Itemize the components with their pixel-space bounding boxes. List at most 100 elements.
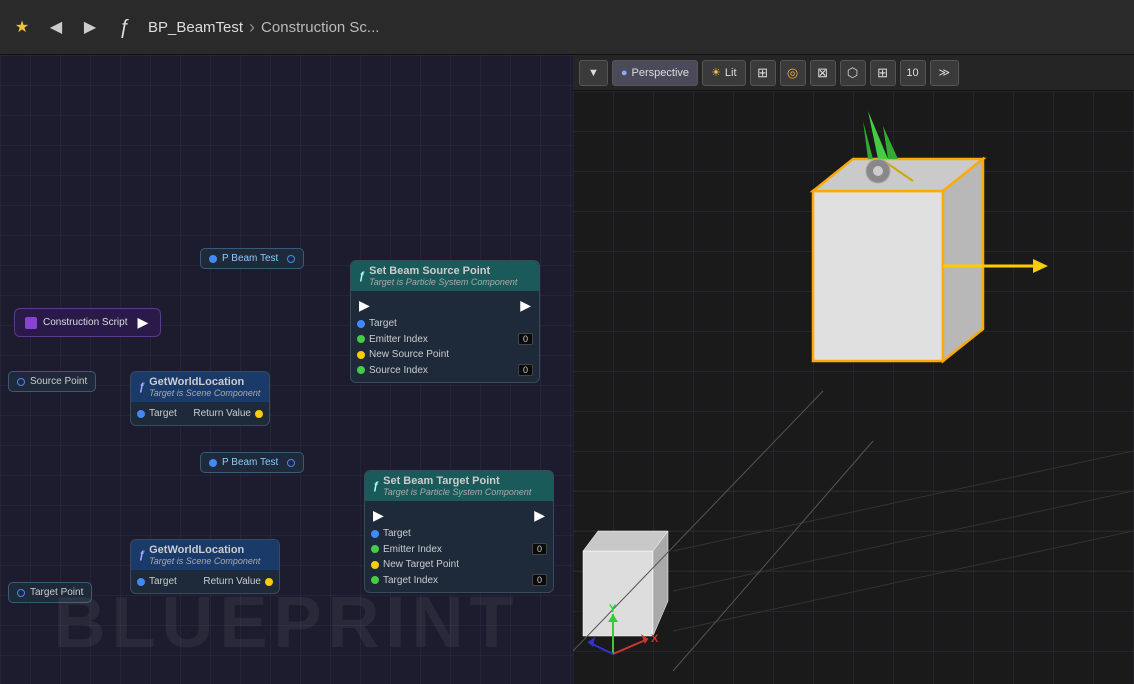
target2-pin-dot bbox=[371, 530, 379, 538]
gwl1-target-dot bbox=[137, 410, 145, 418]
exec-out-arrow: ▶ bbox=[137, 314, 148, 331]
viewport-panel[interactable]: ▼ ● Perspective ☀ Lit ⊞ ◎ ⊠ ⬡ ⊞ 10 ≫ bbox=[573, 55, 1134, 684]
exec-in: ▶ bbox=[359, 297, 370, 314]
gwl1-target-label: Target bbox=[149, 408, 177, 419]
target-exec-out: ▶ bbox=[534, 507, 545, 524]
target-index-pin: Target Index 0 bbox=[371, 572, 547, 588]
target-pin-dot bbox=[357, 320, 365, 328]
gwl2-body: Target Return Value bbox=[131, 570, 279, 593]
viewport-3d[interactable]: X Y bbox=[573, 91, 1134, 684]
gwl2-title: GetWorldLocation bbox=[149, 544, 260, 556]
viewport-dropdown-button[interactable]: ▼ bbox=[579, 60, 608, 86]
breadcrumb: BP_BeamTest › Construction Sc... bbox=[148, 17, 379, 38]
source-index-label: Source Index bbox=[369, 365, 428, 376]
gwl2-target-row: Target Return Value bbox=[137, 574, 273, 589]
target-index-value: 0 bbox=[532, 574, 547, 586]
gwl2-subtitle: Target is Scene Component bbox=[149, 556, 260, 566]
emitter2-pin-dot bbox=[371, 545, 379, 553]
wire-overlay bbox=[0, 55, 300, 205]
set-beam-target-func-icon: ƒ bbox=[373, 480, 379, 492]
target-point-dot bbox=[17, 589, 25, 597]
pin-blue-1 bbox=[209, 255, 217, 263]
lit-label: Lit bbox=[725, 67, 737, 79]
more-options-button[interactable]: ≫ bbox=[930, 60, 960, 86]
favorite-button[interactable]: ★ bbox=[8, 13, 36, 41]
show-button[interactable]: ⊞ bbox=[750, 60, 776, 86]
construction-script-label: Construction Script bbox=[43, 317, 127, 328]
get-world-location-2: ƒ GetWorldLocation Target is Scene Compo… bbox=[130, 539, 280, 594]
gwl2-return-dot bbox=[265, 578, 273, 586]
back-button[interactable]: ◀ bbox=[42, 13, 70, 41]
new-target-label: New Target Point bbox=[383, 559, 459, 570]
target-point-text: Target Point bbox=[30, 587, 83, 598]
mesh-button[interactable]: ⬡ bbox=[840, 60, 866, 86]
set-beam-source-subtitle: Target is Particle System Component bbox=[369, 277, 517, 287]
exec-pins: ▶ ▶ bbox=[357, 295, 533, 316]
target-pin: Target bbox=[357, 316, 533, 331]
viewport-grid bbox=[573, 91, 1134, 684]
pin-blue-out-2 bbox=[287, 459, 295, 467]
set-beam-source-header: ƒ Set Beam Source Point Target is Partic… bbox=[351, 261, 539, 291]
source-point-text: Source Point bbox=[30, 376, 87, 387]
target-label: Target bbox=[369, 318, 397, 329]
gwl2-func-icon: ƒ bbox=[139, 549, 145, 561]
purple-icon bbox=[25, 317, 37, 329]
pin-blue-2 bbox=[209, 459, 217, 467]
set-beam-target-title: Set Beam Target Point bbox=[383, 475, 531, 487]
emitter-pin: Emitter Index 0 bbox=[357, 331, 533, 347]
source-index-value: 0 bbox=[518, 364, 533, 376]
target-exec-in: ▶ bbox=[373, 507, 384, 524]
top-toolbar: ★ ◀ ▶ ƒ BP_BeamTest › Construction Sc... bbox=[0, 0, 1134, 55]
set-beam-target-header: ƒ Set Beam Target Point Target is Partic… bbox=[365, 471, 553, 501]
target-index-dot bbox=[371, 576, 379, 584]
perspective-camera-icon: ● bbox=[621, 67, 628, 79]
p-beam-test-label-2: P Beam Test bbox=[222, 457, 278, 468]
target-exec-pins: ▶ ▶ bbox=[371, 505, 547, 526]
p-beam-test-label-1: P Beam Test bbox=[222, 253, 278, 264]
svg-text:X: X bbox=[651, 633, 659, 645]
target2-pin: Target bbox=[371, 526, 547, 541]
gwl2-target-dot bbox=[137, 578, 145, 586]
source-index-pin: Source Index 0 bbox=[357, 362, 533, 378]
scale-button[interactable]: 10 bbox=[900, 60, 926, 86]
rt-button[interactable]: ◎ bbox=[780, 60, 806, 86]
gwl1-return-dot bbox=[255, 410, 263, 418]
emitter2-value: 0 bbox=[532, 543, 547, 555]
breadcrumb-current: Construction Sc... bbox=[261, 19, 379, 36]
new-source-pin: New Source Point bbox=[357, 347, 533, 362]
set-beam-target-node: ƒ Set Beam Target Point Target is Partic… bbox=[364, 470, 554, 593]
p-beam-test-node-2: P Beam Test bbox=[200, 452, 304, 473]
set-beam-target-subtitle: Target is Particle System Component bbox=[383, 487, 531, 497]
grid-button[interactable]: ⊞ bbox=[870, 60, 896, 86]
gwl2-header: ƒ GetWorldLocation Target is Scene Compo… bbox=[131, 540, 279, 570]
set-beam-source-body: ▶ ▶ Target Emitter Index 0 bbox=[351, 291, 539, 382]
breadcrumb-project[interactable]: BP_BeamTest bbox=[148, 19, 243, 36]
function-icon: ƒ bbox=[110, 13, 138, 41]
pin-blue-out-1 bbox=[287, 255, 295, 263]
lit-button[interactable]: ☀ Lit bbox=[702, 60, 746, 86]
gwl2-return-label: Return Value bbox=[203, 576, 261, 587]
get-world-location-1: ƒ GetWorldLocation Target is Scene Compo… bbox=[130, 371, 270, 426]
p-beam-test-node-1: P Beam Test bbox=[200, 248, 304, 269]
set-beam-target-body: ▶ ▶ Target Emitter Index 0 bbox=[365, 501, 553, 592]
target-point-label: Target Point bbox=[8, 582, 92, 603]
set-beam-source-title: Set Beam Source Point bbox=[369, 265, 517, 277]
gwl1-return-label: Return Value bbox=[193, 408, 251, 419]
view-button[interactable]: ⊠ bbox=[810, 60, 836, 86]
emitter2-label: Emitter Index bbox=[383, 544, 442, 555]
emitter2-pin: Emitter Index 0 bbox=[371, 541, 547, 557]
main-area: Construction Script ▶ P Beam Test ƒ Set … bbox=[0, 55, 1134, 684]
new-target-pin: New Target Point bbox=[371, 557, 547, 572]
perspective-button[interactable]: ● Perspective bbox=[612, 60, 698, 86]
forward-button[interactable]: ▶ bbox=[76, 13, 104, 41]
construction-script-node: Construction Script ▶ bbox=[14, 308, 161, 337]
set-beam-source-func-icon: ƒ bbox=[359, 270, 365, 282]
emitter-pin-dot bbox=[357, 335, 365, 343]
source-point-dot bbox=[17, 378, 25, 386]
gwl1-subtitle: Target is Scene Component bbox=[149, 388, 260, 398]
blueprint-panel[interactable]: Construction Script ▶ P Beam Test ƒ Set … bbox=[0, 55, 573, 684]
gwl2-target-label: Target bbox=[149, 576, 177, 587]
breadcrumb-separator: › bbox=[249, 17, 255, 38]
emitter-value: 0 bbox=[518, 333, 533, 345]
gwl1-target-row: Target Return Value bbox=[137, 406, 263, 421]
